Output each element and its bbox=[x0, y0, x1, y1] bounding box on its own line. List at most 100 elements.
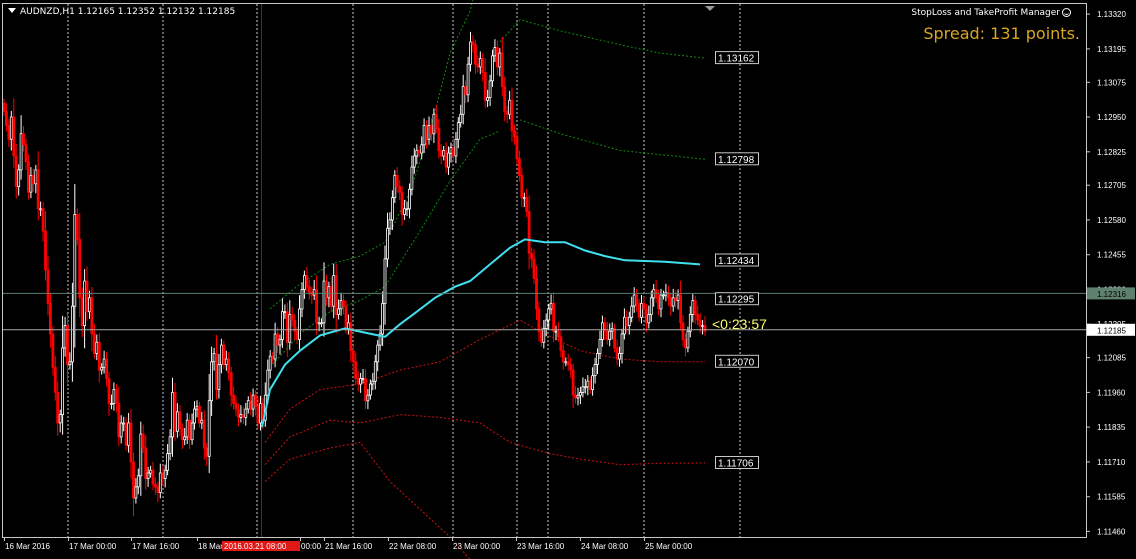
candle-body[interactable] bbox=[93, 333, 96, 354]
candle-body[interactable] bbox=[601, 322, 604, 340]
candle-body[interactable] bbox=[427, 125, 431, 140]
candle-body[interactable] bbox=[85, 280, 89, 313]
candle-body[interactable] bbox=[447, 152, 450, 168]
candle-body[interactable] bbox=[73, 213, 77, 307]
candle-body[interactable] bbox=[132, 461, 135, 499]
candle-body[interactable] bbox=[256, 405, 260, 424]
candle-body[interactable] bbox=[232, 394, 236, 404]
candle-body[interactable] bbox=[58, 414, 62, 424]
candle-body[interactable] bbox=[527, 211, 531, 254]
candle-body[interactable] bbox=[693, 300, 697, 315]
candle-body[interactable] bbox=[471, 41, 475, 46]
candle-body[interactable] bbox=[605, 330, 609, 340]
candle-body[interactable] bbox=[537, 308, 541, 332]
candle-body[interactable] bbox=[469, 41, 472, 65]
candle-body[interactable] bbox=[97, 341, 101, 371]
candle-body[interactable] bbox=[698, 319, 702, 327]
candle-body[interactable] bbox=[290, 314, 294, 321]
candle-body[interactable] bbox=[684, 339, 687, 349]
candle-body[interactable] bbox=[63, 325, 67, 349]
candle-body[interactable] bbox=[80, 297, 84, 326]
candle-body[interactable] bbox=[83, 280, 86, 327]
candle-body[interactable] bbox=[163, 469, 167, 479]
candle-body[interactable] bbox=[215, 352, 218, 390]
candle-body[interactable] bbox=[210, 361, 214, 402]
candle-body[interactable] bbox=[403, 208, 407, 215]
candle-body[interactable] bbox=[53, 366, 57, 393]
candle-body[interactable] bbox=[237, 408, 240, 418]
candle-body[interactable] bbox=[417, 149, 421, 154]
candle-body[interactable] bbox=[166, 453, 170, 471]
candle-body[interactable] bbox=[361, 378, 365, 380]
candle-body[interactable] bbox=[44, 230, 47, 271]
candle-body[interactable] bbox=[217, 364, 221, 391]
candle-body[interactable] bbox=[39, 208, 42, 211]
candle-body[interactable] bbox=[579, 391, 582, 396]
candle-body[interactable] bbox=[337, 308, 341, 315]
candle-body[interactable] bbox=[5, 111, 8, 126]
candle-body[interactable] bbox=[17, 169, 21, 187]
candle-body[interactable] bbox=[115, 389, 118, 404]
candle-body[interactable] bbox=[530, 252, 533, 260]
candle-body[interactable] bbox=[476, 63, 480, 68]
candle-body[interactable] bbox=[2, 102, 6, 112]
candle-body[interactable] bbox=[222, 344, 226, 366]
candle-body[interactable] bbox=[334, 275, 338, 315]
candle-body[interactable] bbox=[259, 403, 262, 424]
candle-body[interactable] bbox=[317, 322, 321, 325]
candle-body[interactable] bbox=[510, 99, 514, 132]
candle-body[interactable] bbox=[522, 197, 526, 200]
candle-body[interactable] bbox=[439, 149, 443, 157]
candle-body[interactable] bbox=[24, 144, 28, 162]
candle-body[interactable] bbox=[246, 400, 250, 410]
candle-body[interactable] bbox=[244, 408, 248, 418]
candle-body[interactable] bbox=[342, 300, 345, 307]
candle-body[interactable] bbox=[31, 174, 35, 185]
candle-body[interactable] bbox=[107, 378, 111, 404]
candle-body[interactable] bbox=[461, 86, 465, 115]
candle-body[interactable] bbox=[505, 111, 509, 115]
candle-body[interactable] bbox=[95, 341, 99, 354]
candle-body[interactable] bbox=[315, 289, 319, 324]
candle-body[interactable] bbox=[124, 422, 128, 446]
candle-body[interactable] bbox=[544, 319, 548, 329]
candle-body[interactable] bbox=[488, 80, 492, 99]
candle-body[interactable] bbox=[271, 355, 275, 360]
candle-body[interactable] bbox=[520, 174, 524, 198]
candle-body[interactable] bbox=[376, 344, 380, 363]
candle-body[interactable] bbox=[576, 394, 580, 399]
candle-body[interactable] bbox=[302, 275, 306, 290]
candle-body[interactable] bbox=[200, 419, 204, 424]
candle-body[interactable] bbox=[356, 378, 360, 385]
candle-body[interactable] bbox=[88, 297, 91, 313]
candle-body[interactable] bbox=[283, 311, 287, 314]
candle-body[interactable] bbox=[410, 166, 414, 190]
candle-body[interactable] bbox=[432, 113, 436, 135]
candle-body[interactable] bbox=[637, 302, 641, 318]
candle-body[interactable] bbox=[425, 125, 429, 140]
candle-body[interactable] bbox=[234, 403, 238, 410]
candle-body[interactable] bbox=[241, 414, 245, 418]
candle-body[interactable] bbox=[14, 155, 18, 188]
candle-body[interactable] bbox=[105, 358, 108, 379]
candle-body[interactable] bbox=[454, 138, 458, 157]
candle-body[interactable] bbox=[493, 47, 497, 57]
candle-body[interactable] bbox=[12, 116, 16, 157]
candle-body[interactable] bbox=[173, 391, 177, 432]
chevron-down-icon[interactable] bbox=[8, 8, 16, 13]
candle-body[interactable] bbox=[202, 419, 206, 449]
candle-body[interactable] bbox=[112, 389, 116, 404]
candle-body[interactable] bbox=[657, 297, 660, 310]
candle-body[interactable] bbox=[483, 72, 487, 101]
candle-body[interactable] bbox=[625, 316, 629, 326]
candle-body[interactable] bbox=[75, 213, 79, 240]
candle-body[interactable] bbox=[9, 116, 13, 140]
candle-body[interactable] bbox=[141, 433, 145, 449]
candle-body[interactable] bbox=[349, 322, 353, 351]
candle-body[interactable] bbox=[613, 327, 616, 349]
candle-body[interactable] bbox=[518, 158, 521, 176]
candle-body[interactable] bbox=[588, 380, 592, 390]
candle-body[interactable] bbox=[127, 422, 130, 446]
candle-body[interactable] bbox=[498, 52, 502, 68]
candle-body[interactable] bbox=[676, 294, 680, 301]
